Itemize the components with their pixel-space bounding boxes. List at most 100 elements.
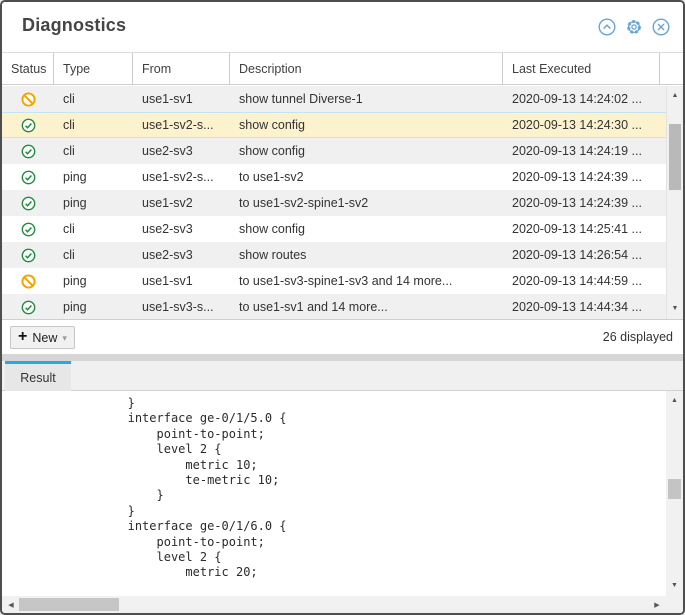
close-icon[interactable] bbox=[652, 18, 670, 36]
column-header-status[interactable]: Status bbox=[2, 53, 54, 84]
cell-description: show config bbox=[230, 138, 503, 164]
cell-type: cli bbox=[54, 242, 133, 268]
cell-description: to use1-sv1 and 14 more... bbox=[230, 294, 503, 319]
cell-status bbox=[2, 216, 54, 242]
table-row[interactable]: pinguse1-sv2to use1-sv2-spine1-sv22020-0… bbox=[2, 190, 666, 216]
cell-from: use1-sv1 bbox=[133, 268, 230, 294]
horizontal-scrollbar-thumb[interactable] bbox=[19, 598, 119, 611]
cell-last-executed: 2020-09-13 14:24:30 ... bbox=[503, 113, 666, 137]
cell-status bbox=[2, 113, 54, 137]
scroll-down-arrow-icon[interactable]: ▼ bbox=[667, 304, 683, 314]
column-header-type[interactable]: Type bbox=[54, 53, 133, 84]
collapse-icon[interactable] bbox=[598, 18, 616, 36]
table-row[interactable]: cliuse2-sv3show config2020-09-13 14:25:4… bbox=[2, 216, 666, 242]
scrollbar-corner bbox=[666, 596, 683, 613]
cell-last-executed: 2020-09-13 14:24:39 ... bbox=[503, 190, 666, 216]
new-button-label: New bbox=[32, 331, 57, 345]
cell-status bbox=[2, 138, 54, 164]
cell-last-executed: 2020-09-13 14:44:34 ... bbox=[503, 294, 666, 319]
cell-from: use2-sv3 bbox=[133, 242, 230, 268]
table-row[interactable]: cliuse1-sv2-s...show config2020-09-13 14… bbox=[2, 112, 666, 138]
cell-type: cli bbox=[54, 86, 133, 112]
cell-last-executed: 2020-09-13 14:44:59 ... bbox=[503, 268, 666, 294]
cell-status bbox=[2, 294, 54, 319]
page-title: Diagnostics bbox=[22, 15, 126, 36]
cell-status bbox=[2, 86, 54, 112]
result-code-text: } interface ge-0/1/5.0 { point-to-point;… bbox=[2, 391, 666, 581]
status-success-icon bbox=[21, 222, 36, 237]
cell-description: to use1-sv3-spine1-sv3 and 14 more... bbox=[230, 268, 503, 294]
cell-description: to use1-sv2 bbox=[230, 164, 503, 190]
table-row[interactable]: cliuse2-sv3show routes2020-09-13 14:26:5… bbox=[2, 242, 666, 268]
cell-from: use2-sv3 bbox=[133, 216, 230, 242]
table-row[interactable]: cliuse2-sv3show config2020-09-13 14:24:1… bbox=[2, 138, 666, 164]
title-bar-actions bbox=[598, 18, 670, 36]
scroll-up-arrow-icon[interactable]: ▲ bbox=[666, 396, 683, 406]
scroll-left-arrow-icon[interactable]: ◀ bbox=[4, 596, 18, 613]
result-horizontal-scrollbar[interactable]: ◀ ▶ bbox=[2, 596, 666, 613]
status-blocked-icon bbox=[21, 92, 36, 107]
scroll-right-arrow-icon[interactable]: ▶ bbox=[650, 596, 664, 613]
result-tabstrip: Result bbox=[2, 361, 683, 391]
cell-status bbox=[2, 190, 54, 216]
result-scrollbar-thumb[interactable] bbox=[668, 479, 681, 499]
displayed-count: 26 displayed bbox=[603, 330, 673, 344]
new-button[interactable]: + New ▾ bbox=[10, 326, 75, 349]
cell-last-executed: 2020-09-13 14:25:41 ... bbox=[503, 216, 666, 242]
table-row[interactable]: pinguse1-sv1to use1-sv3-spine1-sv3 and 1… bbox=[2, 268, 666, 294]
cell-last-executed: 2020-09-13 14:24:39 ... bbox=[503, 164, 666, 190]
cell-type: cli bbox=[54, 113, 133, 137]
scroll-up-arrow-icon[interactable]: ▲ bbox=[667, 91, 683, 101]
diagnostics-window: Diagnostics bbox=[0, 0, 685, 615]
scroll-down-arrow-icon[interactable]: ▼ bbox=[666, 581, 683, 591]
cell-type: cli bbox=[54, 216, 133, 242]
status-success-icon bbox=[21, 170, 36, 185]
cell-description: show config bbox=[230, 113, 503, 137]
table-header-row: Status Type From Description Last Execut… bbox=[2, 52, 683, 85]
result-vertical-scrollbar[interactable]: ▲ ▼ bbox=[666, 391, 683, 596]
result-output: } interface ge-0/1/5.0 { point-to-point;… bbox=[2, 391, 666, 596]
cell-description: show tunnel Diverse-1 bbox=[230, 86, 503, 112]
cell-status bbox=[2, 268, 54, 294]
table-vertical-scrollbar[interactable]: ▲ ▼ bbox=[666, 86, 683, 319]
cell-from: use1-sv3-s... bbox=[133, 294, 230, 319]
cell-from: use1-sv2-s... bbox=[133, 164, 230, 190]
cell-status bbox=[2, 164, 54, 190]
table-scrollbar-thumb[interactable] bbox=[669, 124, 681, 190]
cell-from: use2-sv3 bbox=[133, 138, 230, 164]
status-success-icon bbox=[21, 300, 36, 315]
chevron-down-icon: ▾ bbox=[62, 333, 67, 344]
cell-last-executed: 2020-09-13 14:26:54 ... bbox=[503, 242, 666, 268]
panel-splitter[interactable] bbox=[2, 354, 683, 361]
cell-type: ping bbox=[54, 294, 133, 319]
table-row[interactable]: pinguse1-sv2-s...to use1-sv22020-09-13 1… bbox=[2, 164, 666, 190]
table-footer: + New ▾ 26 displayed bbox=[2, 319, 683, 354]
cell-from: use1-sv2-s... bbox=[133, 113, 230, 137]
plus-icon: + bbox=[18, 329, 27, 345]
cell-from: use1-sv1 bbox=[133, 86, 230, 112]
cell-last-executed: 2020-09-13 14:24:02 ... bbox=[503, 86, 666, 112]
tab-result[interactable]: Result bbox=[5, 361, 71, 391]
status-success-icon bbox=[21, 144, 36, 159]
cell-last-executed: 2020-09-13 14:24:19 ... bbox=[503, 138, 666, 164]
cell-type: ping bbox=[54, 268, 133, 294]
column-header-spacer bbox=[660, 53, 683, 84]
column-header-description[interactable]: Description bbox=[230, 53, 503, 84]
cell-description: show routes bbox=[230, 242, 503, 268]
table-row[interactable]: cliuse1-sv1show tunnel Diverse-12020-09-… bbox=[2, 86, 666, 112]
cell-type: ping bbox=[54, 164, 133, 190]
column-header-from[interactable]: From bbox=[133, 53, 230, 84]
cell-status bbox=[2, 242, 54, 268]
settings-gear-icon[interactable] bbox=[625, 18, 643, 36]
diagnostics-table-body: cliuse1-sv1show tunnel Diverse-12020-09-… bbox=[2, 86, 666, 319]
cell-description: to use1-sv2-spine1-sv2 bbox=[230, 190, 503, 216]
cell-description: show config bbox=[230, 216, 503, 242]
status-success-icon bbox=[21, 118, 36, 133]
title-bar: Diagnostics bbox=[2, 2, 683, 52]
cell-from: use1-sv2 bbox=[133, 190, 230, 216]
column-header-last-executed[interactable]: Last Executed bbox=[503, 53, 660, 84]
table-row[interactable]: pinguse1-sv3-s...to use1-sv1 and 14 more… bbox=[2, 294, 666, 319]
cell-type: ping bbox=[54, 190, 133, 216]
cell-type: cli bbox=[54, 138, 133, 164]
status-success-icon bbox=[21, 248, 36, 263]
